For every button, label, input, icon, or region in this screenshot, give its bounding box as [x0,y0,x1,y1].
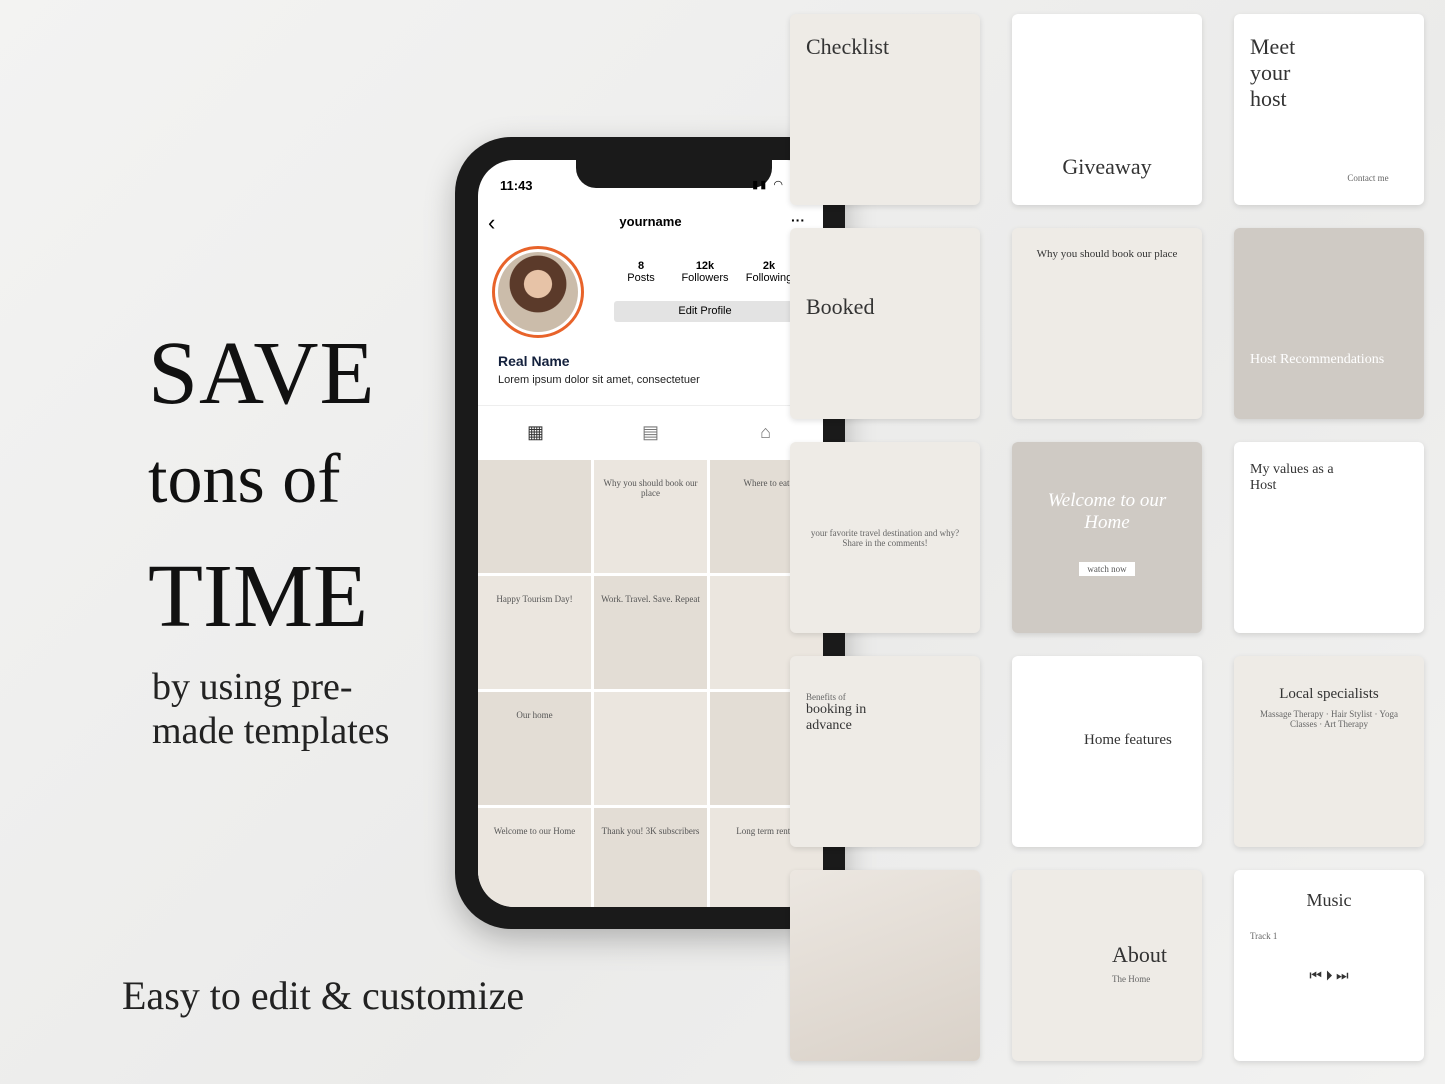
profile-tabs: ▦ ▤ ⌂ [478,405,823,457]
post-tile[interactable]: Why you should book our place [594,460,707,573]
card-title: Welcome to our Home [1047,490,1167,533]
headline-subtitle: by using pre-made templates [152,666,390,752]
stat-posts[interactable]: 8 Posts [606,260,676,284]
post-grid: Why you should book our place Where to e… [478,460,823,907]
card-travel-question: your favorite travel destination and why… [790,442,980,633]
card-meet-host: Meet your host Contact me [1234,14,1424,205]
card-title: Music [1306,890,1352,910]
phone-notch [576,160,772,188]
avatar[interactable] [492,246,584,338]
card-title: Booked [806,294,875,319]
card-title: Local specialists [1279,686,1379,702]
tagline: Easy to edit & customize [122,973,525,1018]
post-tile[interactable]: Our home [478,692,591,805]
phone-mockup: 11:43 ▮▮ ◠ ▬ ‹ yourname ··· 8 Posts 12k Fo… [455,137,845,929]
card-giveaway: Giveaway [1012,14,1202,205]
card-title: Giveaway [1062,154,1152,179]
card-title: Host Recommendations [1250,352,1385,367]
stat-label: Posts [627,272,655,284]
card-sub: Track 1 [1250,931,1278,941]
play-icon[interactable]: ⏮ ⏵ ⏭ [1250,969,1408,985]
bio: Lorem ipsum dolor sit amet, consectetuer [498,374,700,386]
status-time: 11:43 [500,178,533,193]
grid-icon[interactable]: ▦ [478,406,593,457]
stat-value: 8 [637,260,645,272]
headline-save: SAVE [148,324,376,423]
card-sub: Benefits of [806,692,846,702]
card-sub: your favorite travel destination and why… [810,528,960,548]
card-booked: Booked [790,228,980,419]
post-tile[interactable] [594,692,707,805]
headline-tons-of: tons of [148,441,341,518]
card-why-book: Why you should book our place [1012,228,1202,419]
real-name: Real Name [498,353,570,369]
card-my-values: My values as a Host [1234,442,1424,633]
template-cards: Checklist Giveaway Meet your host Contact… [790,14,1424,1061]
card-checklist: Checklist [790,14,980,205]
card-title: About [1112,942,1167,967]
stat-followers[interactable]: 12k Followers [670,260,740,284]
card-title: Home features [1084,732,1172,748]
card-title: Why you should book our place [1036,248,1178,260]
card-booking-advance: Benefits of booking in advance [790,656,980,847]
feed-icon[interactable]: ▤ [593,406,708,457]
stat-label: Following [745,272,793,284]
profile-username: yourname [619,214,682,229]
stat-label: Followers [681,272,729,284]
card-title: My values as a Host [1250,462,1334,493]
headline-time: TIME [148,547,368,646]
stat-value: 12k [695,260,715,272]
card-sub: watch now [1079,562,1135,576]
edit-profile-button[interactable]: Edit Profile [614,301,796,322]
post-tile[interactable]: Thank you! 3K subscribers [594,808,707,907]
contact-me-label: Contact me [1347,173,1389,183]
card-welcome-home: Welcome to our Home watch now [1012,442,1202,633]
card-local-specialists: Local specialists Massage Therapy · Hair … [1234,656,1424,847]
card-music: Music Track 1 ⏮ ⏵ ⏭ [1234,870,1424,1061]
card-photo-vase [790,870,980,1061]
card-about-home: About The Home [1012,870,1202,1061]
post-tile[interactable]: Happy Tourism Day! [478,576,591,689]
post-tile[interactable]: Welcome to our Home [478,808,591,907]
post-tile[interactable]: Work. Travel. Save. Repeat [594,576,707,689]
phone-screen: 11:43 ▮▮ ◠ ▬ ‹ yourname ··· 8 Posts 12k Fo… [478,160,823,907]
card-sub: The Home [1112,974,1151,984]
card-title: Checklist [806,34,890,59]
card-title: booking in advance [806,702,867,733]
card-host-recommendations: Host Recommendations [1234,228,1424,419]
card-title: Meet your host [1250,34,1296,111]
post-tile[interactable] [478,460,591,573]
card-sub: Massage Therapy · Hair Stylist · Yoga Cl… [1259,709,1399,729]
card-home-features: Home features [1012,656,1202,847]
